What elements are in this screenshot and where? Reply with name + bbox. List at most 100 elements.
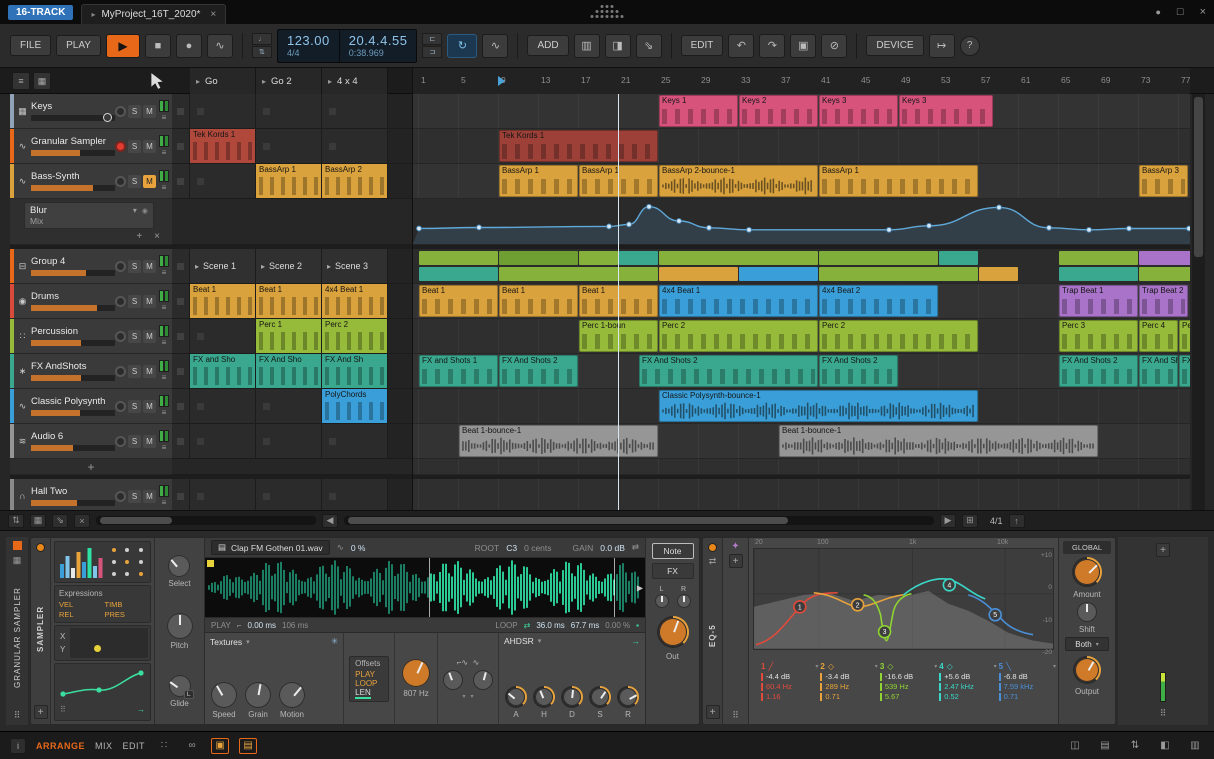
scene-play-icon[interactable]: ▸ bbox=[327, 262, 331, 271]
eq-band-5[interactable]: 5 ╲ ▾ -6.8 dB 7.59 kHz 0.71 bbox=[998, 662, 1056, 722]
arranger-clip[interactable]: Keys 2 bbox=[739, 95, 818, 127]
arranger-automation-icon[interactable]: ∿ bbox=[482, 33, 509, 58]
clip-stop-button[interactable] bbox=[172, 424, 190, 458]
solo-button[interactable]: S bbox=[128, 329, 141, 343]
automation-lane[interactable] bbox=[413, 199, 1190, 245]
band-q-value[interactable]: 0.71 bbox=[998, 692, 1056, 701]
textures-mode-label[interactable]: Textures bbox=[210, 637, 242, 647]
arranger-lane-hall-two[interactable] bbox=[413, 479, 1190, 510]
arranger-lane-granular-sampler[interactable]: Tek Kords 1 bbox=[413, 129, 1190, 164]
tempo-nudge-icon[interactable]: ⇅ bbox=[251, 46, 272, 58]
remove-automation-lane-button[interactable]: × bbox=[154, 231, 160, 242]
eq-band-1[interactable]: 1 ╱ ▾ -4.4 dB 60.4 Hz 1.16 bbox=[761, 662, 818, 722]
scene-header[interactable]: ▸ Go bbox=[190, 68, 256, 94]
track-menu-icon[interactable]: ≡ bbox=[162, 499, 167, 507]
expression-item[interactable]: REL bbox=[59, 610, 101, 619]
add-device-button[interactable]: + bbox=[1156, 543, 1170, 557]
arranger-clip[interactable]: Keys 1 bbox=[659, 95, 738, 127]
shape-knob[interactable] bbox=[443, 669, 463, 690]
project-tab-close-icon[interactable]: × bbox=[210, 9, 216, 20]
tab-mix[interactable]: MIX bbox=[95, 741, 113, 751]
grid-snap-icon[interactable]: ▦ bbox=[30, 513, 46, 528]
solo-button[interactable]: S bbox=[128, 139, 141, 153]
arranger-clip[interactable]: FX And Shots 2 bbox=[819, 355, 898, 387]
tab-arrange[interactable]: ARRANGE bbox=[36, 741, 85, 751]
expand-icon[interactable]: ⇄ bbox=[632, 542, 639, 553]
band-q-value[interactable]: 0.52 bbox=[939, 692, 996, 701]
clear-icon[interactable]: × bbox=[74, 513, 90, 528]
solo-button[interactable]: S bbox=[128, 399, 141, 413]
track-menu-icon[interactable]: ≡ bbox=[162, 409, 167, 417]
redo-icon[interactable]: ↷ bbox=[759, 33, 786, 58]
automation-param-selector[interactable]: Blur ▾ ◉ Mix bbox=[24, 202, 154, 229]
clip-stop-button[interactable] bbox=[172, 319, 190, 353]
speed-knob[interactable] bbox=[211, 682, 237, 708]
chain-drag-icon[interactable]: ⠿ bbox=[1160, 708, 1167, 719]
track-menu-icon[interactable]: ≡ bbox=[162, 184, 167, 192]
launcher-clip[interactable]: FX And Sh bbox=[322, 354, 387, 388]
jump-scroll-icon[interactable]: ⇘ bbox=[52, 513, 68, 528]
launcher-clip[interactable]: Perc 2 bbox=[322, 319, 387, 353]
band-freq-value[interactable]: 60.4 Hz bbox=[761, 682, 818, 691]
steps-modulator-icon[interactable] bbox=[57, 544, 105, 580]
solo-button[interactable]: S bbox=[128, 489, 141, 503]
scene-play-icon[interactable]: ▸ bbox=[261, 262, 265, 271]
track-volume-slider[interactable] bbox=[31, 305, 115, 311]
clip-slot[interactable] bbox=[256, 479, 322, 510]
clip-slot[interactable] bbox=[256, 129, 322, 163]
tab-edit[interactable]: EDIT bbox=[123, 741, 146, 751]
scene-header[interactable]: ▸ Go 2 bbox=[256, 68, 322, 94]
arm-button[interactable] bbox=[115, 105, 126, 117]
eq-graph-area[interactable]: 1 2 3 4 5 +10 0 -10 -20 bbox=[753, 548, 1054, 660]
arm-button[interactable] bbox=[115, 435, 126, 447]
band-gain-value[interactable]: -3.4 dB bbox=[820, 672, 877, 681]
io-panel-icon[interactable]: ⇅ bbox=[1126, 738, 1144, 754]
clip-slot[interactable] bbox=[190, 389, 256, 423]
scene-play-icon[interactable]: ▸ bbox=[196, 77, 200, 86]
pin-icon[interactable]: ◉ bbox=[142, 207, 148, 215]
undo-icon[interactable]: ↶ bbox=[728, 33, 755, 58]
band-type-icon[interactable]: ╱ bbox=[768, 662, 773, 671]
arranger-clip[interactable]: Tek Kords 1 bbox=[499, 130, 658, 162]
clip-slot[interactable]: FX and Sho bbox=[190, 354, 256, 388]
clip-stop-button[interactable] bbox=[172, 389, 190, 423]
clip-slot[interactable]: PolyChords bbox=[322, 389, 388, 423]
band-type-icon[interactable]: ╲ bbox=[1006, 662, 1011, 671]
add-button[interactable]: ADD bbox=[527, 35, 569, 56]
arm-button[interactable] bbox=[115, 260, 126, 272]
arm-button[interactable] bbox=[115, 140, 126, 152]
arm-button[interactable] bbox=[115, 295, 126, 307]
play-length-value[interactable]: 106 ms bbox=[282, 621, 308, 630]
arranger-clip[interactable]: FX and Shots 1 bbox=[419, 355, 498, 387]
clip-slot[interactable]: 4x4 Beat 1 bbox=[322, 284, 388, 318]
restore-window-icon[interactable]: □ bbox=[1177, 6, 1184, 18]
solo-button[interactable]: S bbox=[128, 434, 141, 448]
clip-slot[interactable]: Beat 1 bbox=[256, 284, 322, 318]
scene-play-icon[interactable]: ▸ bbox=[262, 77, 266, 86]
clip-slot[interactable]: Beat 1 bbox=[190, 284, 256, 318]
close-window-icon[interactable]: × bbox=[1200, 6, 1206, 18]
clip-slot[interactable]: BassArp 1 bbox=[256, 164, 322, 198]
clip-stop-button[interactable] bbox=[172, 354, 190, 388]
glide-knob[interactable]: L bbox=[168, 674, 194, 699]
track-header-granular-sampler[interactable]: ∿ Granular Sampler S M ≡ bbox=[10, 129, 172, 164]
sample-file-chip[interactable]: ▤ Clap FM Gothen 01.wav bbox=[211, 540, 330, 555]
arranger-lane-fx-andshots[interactable]: FX and Shots 1 FX And Shots 2 FX And Shots… bbox=[413, 354, 1190, 389]
mute-button[interactable]: M bbox=[143, 104, 156, 118]
expressions-modulator[interactable]: Expressions VEL TIMB REL PRES bbox=[54, 585, 151, 623]
track-menu-icon[interactable]: ≡ bbox=[162, 304, 167, 312]
solo-button[interactable]: S bbox=[128, 104, 141, 118]
offset-play[interactable]: PLAY bbox=[355, 670, 383, 679]
arranger-lane-percussion[interactable]: Perc 1-bounPerc 2Perc 2Perc 3Perc 4Perc … bbox=[413, 319, 1190, 354]
track-menu-icon[interactable]: ≡ bbox=[162, 114, 167, 122]
automation-lane-header[interactable]: Blur ▾ ◉ Mix + × bbox=[10, 199, 172, 245]
curve-drag-icon[interactable]: ⠿ bbox=[60, 705, 66, 714]
arranger-clip[interactable]: BassArp 1 bbox=[499, 165, 578, 197]
glide-mode-badge[interactable]: L bbox=[183, 689, 194, 699]
clip-slot[interactable]: ▸ Scene 3 bbox=[322, 249, 388, 283]
punch-out-icon[interactable]: ⊐ bbox=[422, 46, 443, 58]
clip-stop-button[interactable] bbox=[172, 284, 190, 318]
clip-slot[interactable]: Tek Kords 1 bbox=[190, 129, 256, 163]
track-header-fx-andshots[interactable]: ∗ FX AndShots S M ≡ bbox=[10, 354, 172, 389]
arranger-clip[interactable]: Classic Polysynth-bounce-1 bbox=[659, 390, 978, 422]
